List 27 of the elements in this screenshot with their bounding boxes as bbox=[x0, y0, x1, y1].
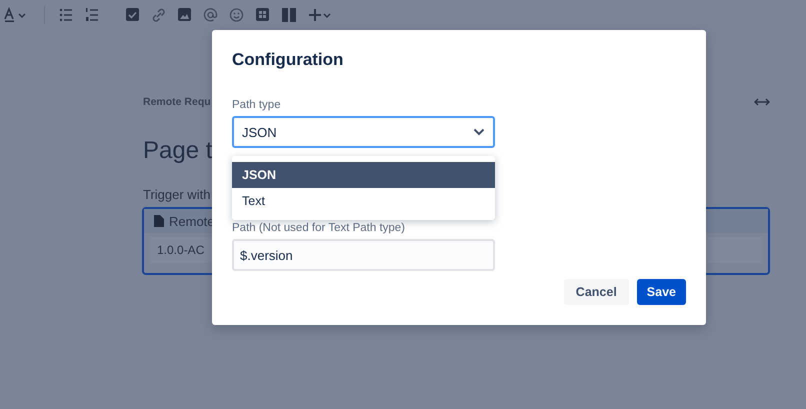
panel-header: Remote bbox=[169, 214, 215, 228]
field-label: Path type bbox=[232, 99, 282, 111]
bullet-list-icon[interactable] bbox=[59, 7, 73, 23]
at-sign-icon[interactable] bbox=[203, 7, 218, 23]
cancel-button[interactable]: Cancel bbox=[564, 279, 629, 305]
link-icon[interactable] bbox=[151, 7, 166, 23]
image-icon[interactable] bbox=[177, 7, 192, 23]
chevron-down-icon bbox=[473, 128, 485, 136]
emoji-icon[interactable] bbox=[229, 7, 244, 23]
path-input[interactable]: $.version bbox=[232, 239, 495, 271]
checkbox-icon[interactable] bbox=[125, 7, 140, 23]
dialog-title: Configuration bbox=[232, 50, 344, 70]
document-icon bbox=[154, 215, 164, 227]
path-type-select[interactable]: JSON bbox=[232, 116, 495, 148]
save-button[interactable]: Save bbox=[636, 279, 686, 305]
table-icon[interactable] bbox=[255, 7, 270, 23]
text-color-icon[interactable] bbox=[4, 7, 28, 23]
page-title: Page t bbox=[143, 137, 214, 165]
expand-width-icon[interactable] bbox=[754, 97, 770, 107]
section-label: Trigger with bbox=[143, 187, 210, 202]
columns-icon[interactable] bbox=[281, 7, 297, 23]
insert-icon[interactable] bbox=[308, 7, 332, 23]
numbered-list-icon[interactable] bbox=[85, 7, 99, 23]
dropdown-option[interactable]: Text bbox=[232, 188, 495, 214]
panel-value: 1.0.0-AC bbox=[157, 243, 204, 257]
field-label: Path (Not used for Text Path type) bbox=[232, 222, 406, 234]
dropdown-option[interactable]: JSON bbox=[232, 162, 495, 188]
